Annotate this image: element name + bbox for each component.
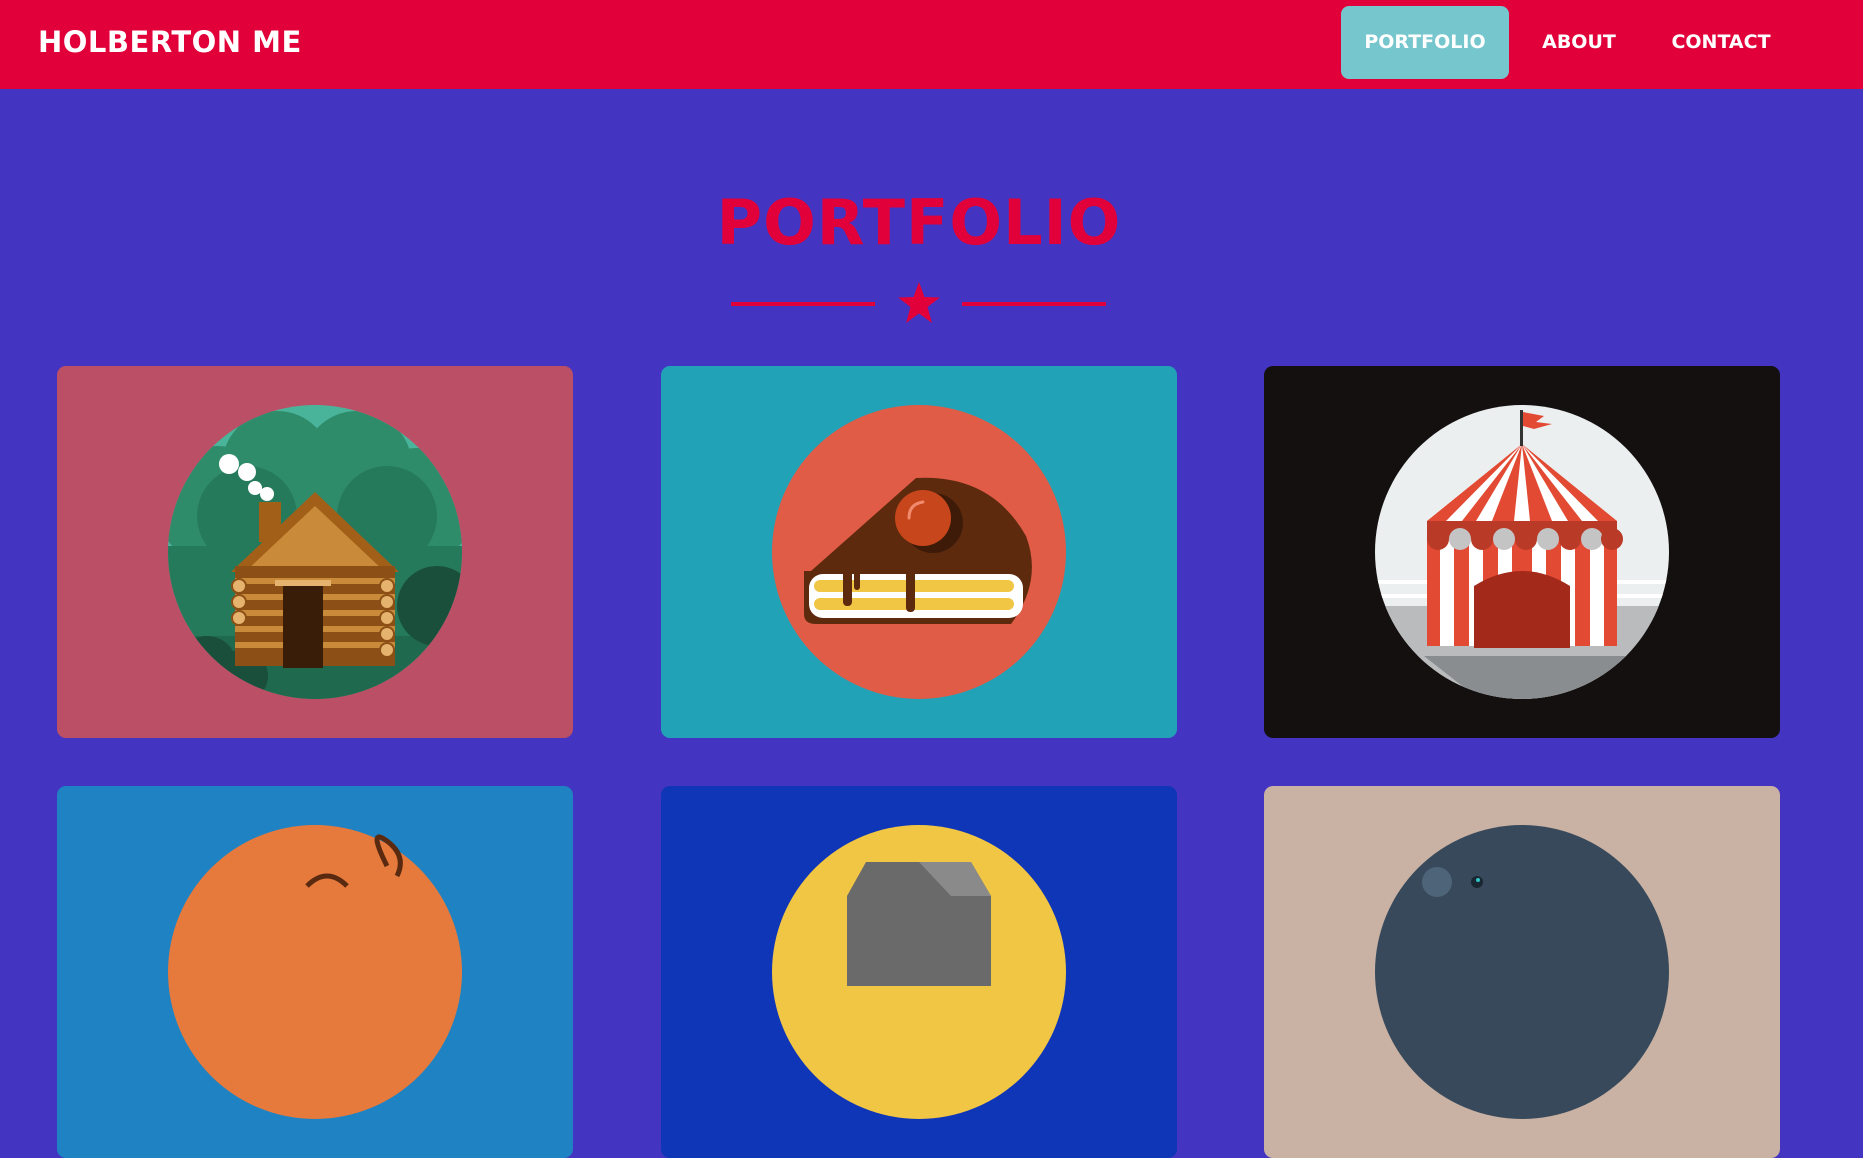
star-icon [898, 282, 940, 323]
circus-image [1264, 366, 1780, 738]
portfolio-card-cabin[interactable] [57, 366, 573, 738]
safe-image [661, 786, 1177, 1158]
divider-line-left [731, 302, 875, 306]
submarine-image [1264, 786, 1780, 1158]
page-title: PORTFOLIO [716, 186, 1122, 259]
cake-image [661, 366, 1177, 738]
divider-line-right [962, 302, 1106, 306]
brand-logo[interactable]: HOLBERTON ME [38, 0, 302, 84]
portfolio-card-safe[interactable] [661, 786, 1177, 1158]
game-image [57, 786, 573, 1158]
navbar: HOLBERTON ME PORTFOLIO ABOUT CONTACT [0, 0, 1863, 89]
cabin-image [57, 366, 573, 738]
portfolio-card-submarine[interactable] [1264, 786, 1780, 1158]
nav-contact[interactable]: CONTACT [1649, 6, 1793, 79]
portfolio-card-cake[interactable] [661, 366, 1177, 738]
portfolio-card-circus[interactable] [1264, 366, 1780, 738]
portfolio-card-game[interactable] [57, 786, 573, 1158]
nav-about[interactable]: ABOUT [1521, 6, 1637, 79]
nav-portfolio[interactable]: PORTFOLIO [1341, 6, 1509, 79]
